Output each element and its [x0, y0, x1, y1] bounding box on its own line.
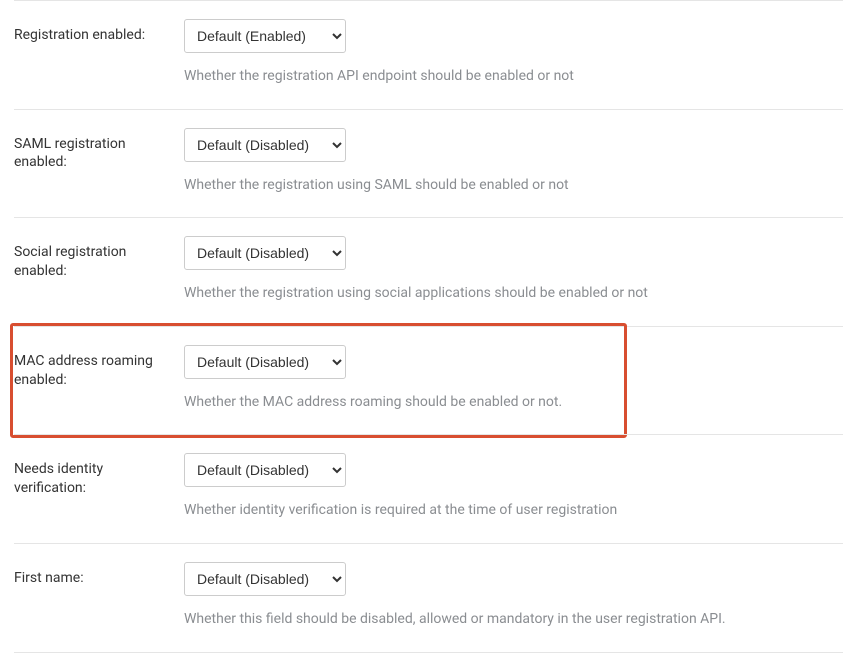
control-col: Default (Enabled) Whether the registrati… [184, 19, 843, 87]
control-col: Default (Disabled) Whether the MAC addre… [184, 345, 843, 413]
help-social-registration-enabled: Whether the registration using social ap… [184, 284, 843, 304]
help-mac-address-roaming-enabled: Whether the MAC address roaming should b… [184, 393, 843, 413]
row-needs-identity-verification: Needs identity verification: Default (Di… [14, 434, 843, 543]
select-needs-identity-verification[interactable]: Default (Disabled) [184, 453, 346, 487]
row-saml-registration-enabled: SAML registration enabled: Default (Disa… [14, 109, 843, 218]
help-saml-registration-enabled: Whether the registration using SAML shou… [184, 176, 843, 196]
settings-form: Registration enabled: Default (Enabled) … [0, 0, 857, 653]
label-social-registration-enabled: Social registration enabled: [14, 236, 184, 304]
row-mac-address-roaming-enabled: MAC address roaming enabled: Default (Di… [14, 326, 843, 435]
label-needs-identity-verification: Needs identity verification: [14, 453, 184, 521]
select-first-name[interactable]: Default (Disabled) [184, 562, 346, 596]
select-mac-address-roaming-enabled[interactable]: Default (Disabled) [184, 345, 346, 379]
row-social-registration-enabled: Social registration enabled: Default (Di… [14, 217, 843, 326]
control-col: Default (Disabled) Whether the registrat… [184, 128, 843, 196]
label-first-name: First name: [14, 562, 184, 630]
select-registration-enabled[interactable]: Default (Enabled) [184, 19, 346, 53]
label-mac-address-roaming-enabled: MAC address roaming enabled: [14, 345, 184, 413]
control-col: Default (Disabled) Whether identity veri… [184, 453, 843, 521]
help-first-name: Whether this field should be disabled, a… [184, 610, 843, 630]
row-registration-enabled: Registration enabled: Default (Enabled) … [14, 0, 843, 109]
help-needs-identity-verification: Whether identity verification is require… [184, 501, 843, 521]
select-social-registration-enabled[interactable]: Default (Disabled) [184, 236, 346, 270]
row-first-name: First name: Default (Disabled) Whether t… [14, 543, 843, 653]
control-col: Default (Disabled) Whether the registrat… [184, 236, 843, 304]
control-col: Default (Disabled) Whether this field sh… [184, 562, 843, 630]
label-registration-enabled: Registration enabled: [14, 19, 184, 87]
help-registration-enabled: Whether the registration API endpoint sh… [184, 67, 843, 87]
label-saml-registration-enabled: SAML registration enabled: [14, 128, 184, 196]
select-saml-registration-enabled[interactable]: Default (Disabled) [184, 128, 346, 162]
